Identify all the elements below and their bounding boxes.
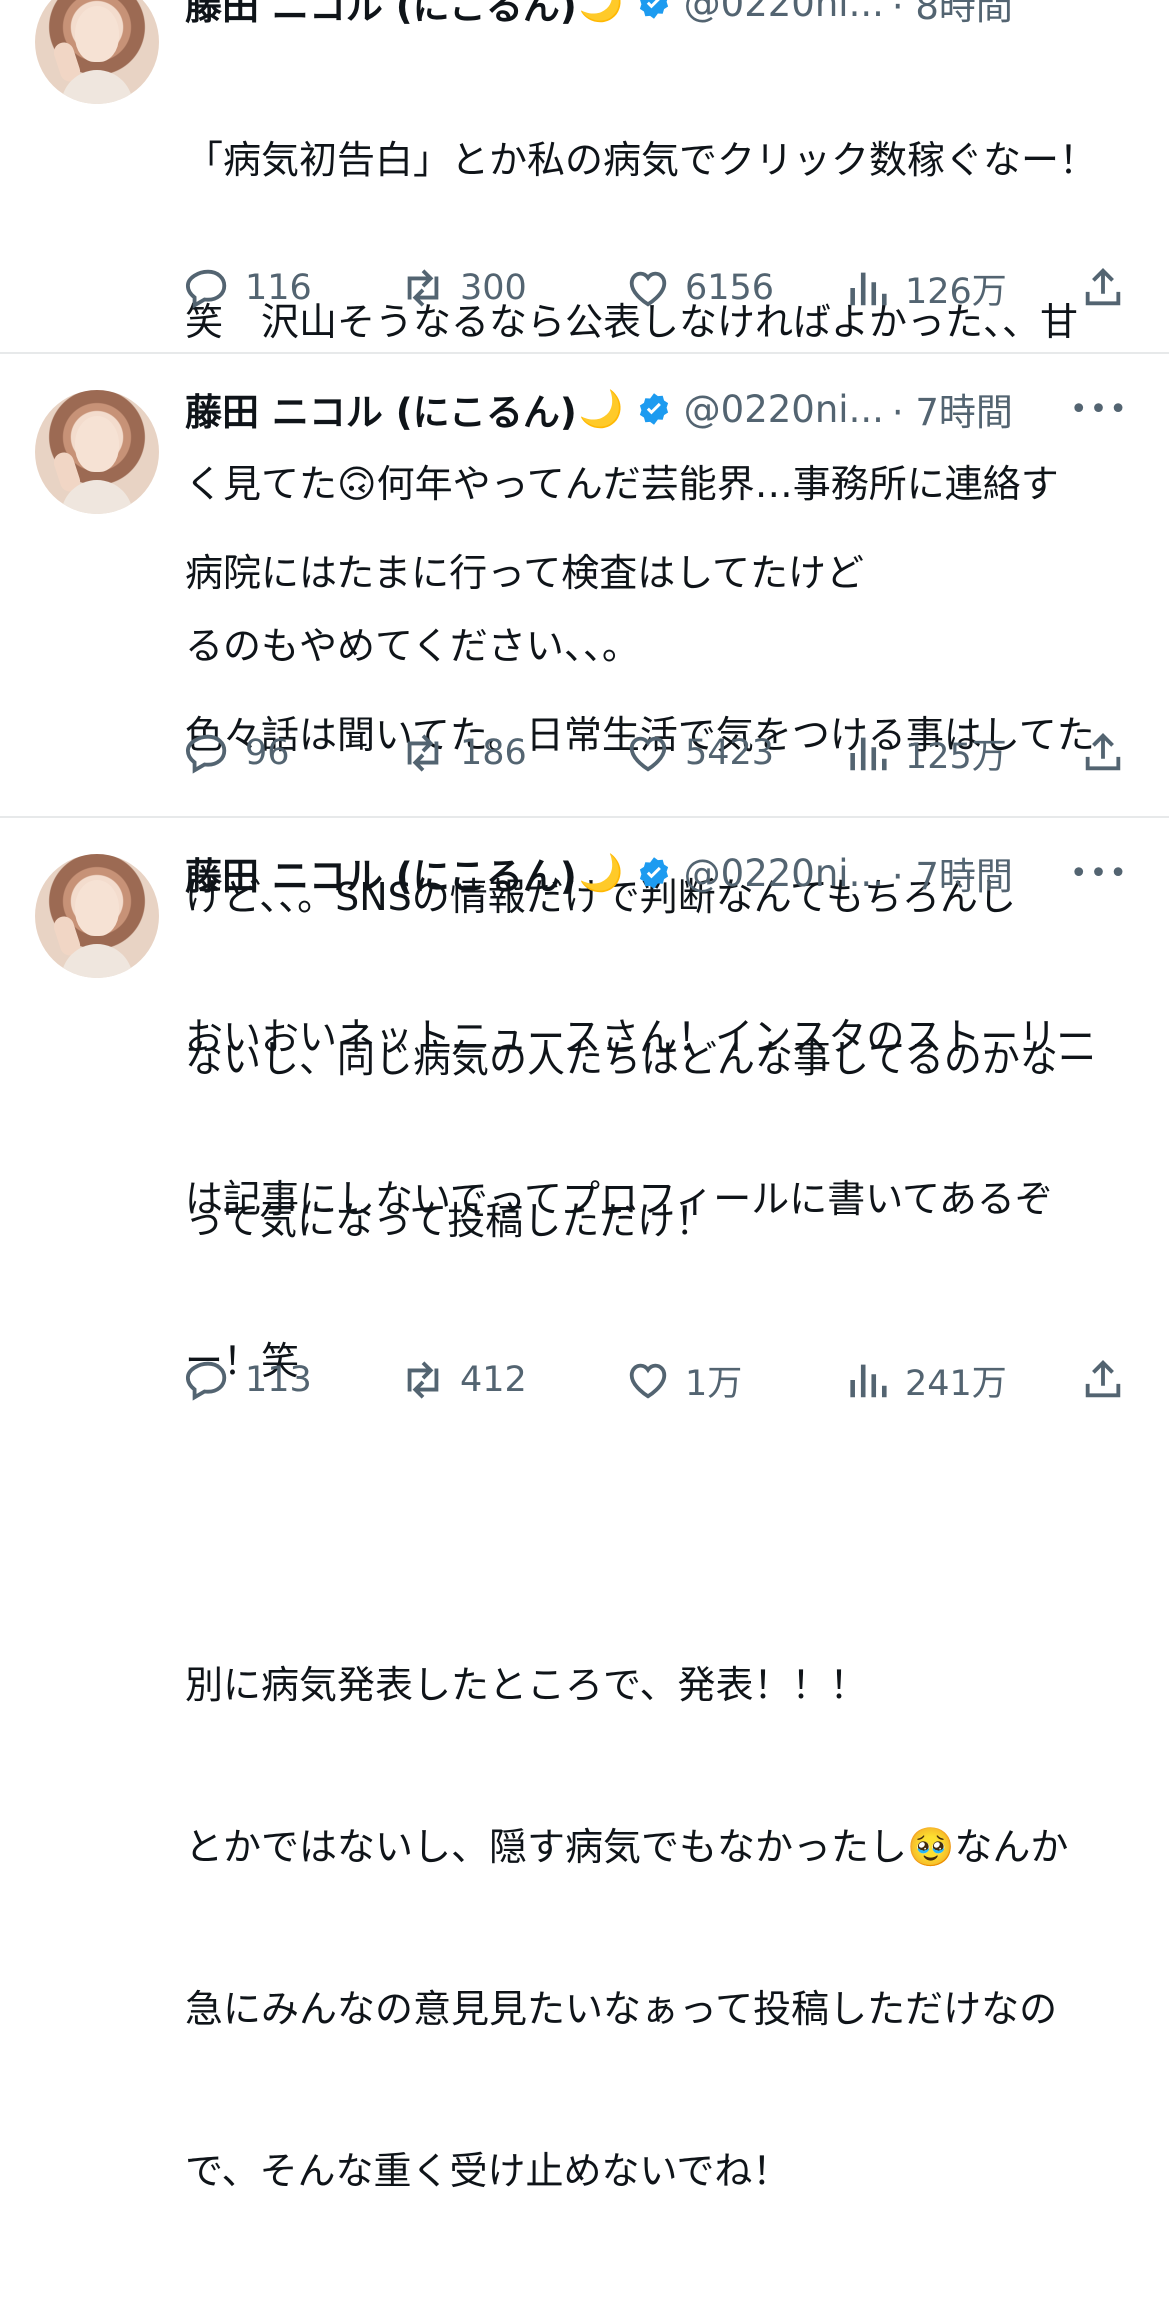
display-name[interactable]: 藤田 ニコル (にこるん)	[185, 382, 577, 436]
display-name[interactable]: 藤田 ニコル (にこるん)	[185, 846, 577, 900]
tweet-header: 藤田 ニコル (にこるん) 🌙 @0220ni... · 7時間	[185, 382, 1013, 436]
reply-button[interactable]: 116	[185, 263, 312, 313]
like-button[interactable]: 5423	[625, 728, 774, 778]
timestamp[interactable]: · 7時間	[892, 846, 1013, 900]
verified-badge-icon	[639, 393, 668, 425]
tweet-text-line: おいおいネットニュースさん！インスタのストーリー	[185, 1015, 1095, 1059]
views-icon	[850, 1364, 887, 1398]
avatar[interactable]	[35, 854, 159, 978]
share-icon	[1085, 1360, 1121, 1398]
tweet-actions: 113 412 1万 241万	[185, 1355, 1130, 1405]
tweet-text-line: とかではないし、隠す病気でもなかったし🥹なんか	[185, 1825, 1069, 1869]
like-count: 1万	[685, 1363, 743, 1404]
heart-icon	[629, 736, 667, 772]
views-button[interactable]: 241万	[845, 1355, 1007, 1405]
avatar[interactable]	[35, 390, 159, 514]
views-button[interactable]: 126万	[845, 263, 1007, 313]
retweet-count: 300	[460, 268, 527, 308]
views-icon	[850, 737, 887, 771]
tweet-actions: 96 186 5423 125万	[185, 728, 1130, 778]
reply-count: 113	[245, 1360, 312, 1400]
reply-icon	[185, 269, 227, 309]
reply-count: 96	[245, 733, 290, 773]
retweet-button[interactable]: 300	[400, 263, 527, 313]
like-count: 5423	[685, 733, 775, 773]
handle[interactable]: @0220ni...	[684, 0, 884, 25]
tweet-header: 藤田 ニコル (にこるん) 🌙 @0220ni... · 8時間	[185, 0, 1013, 28]
heart-icon	[629, 271, 667, 307]
reply-button[interactable]: 113	[185, 1355, 312, 1405]
tweet-text-line	[185, 1496, 1145, 1550]
avatar[interactable]	[35, 0, 159, 104]
tweet-text-line: は記事にしないでってプロフィールに書いてあるぞ	[185, 1177, 1053, 1221]
timestamp[interactable]: · 7時間	[892, 382, 1013, 436]
reply-icon	[185, 734, 227, 774]
retweet-icon	[407, 734, 439, 772]
retweet-icon	[407, 1361, 439, 1399]
share-icon	[1085, 268, 1121, 306]
tweet-text: おいおいネットニュースさん！インスタのストーリー は記事にしないでってプロフィー…	[185, 902, 1145, 2306]
retweet-count: 186	[460, 733, 527, 773]
tweet-text-line: 「病気初告白」とか私の病気でクリック数稼ぐなー！	[185, 138, 1098, 182]
reply-button[interactable]: 96	[185, 728, 290, 778]
moon-emoji: 🌙	[578, 0, 624, 24]
reply-count: 116	[245, 268, 312, 308]
tweet-text-line: 病院にはたまに行って検査はしてたけど	[185, 551, 865, 595]
verified-badge-icon	[639, 0, 668, 19]
tweet-text-line: 別に病気発表したところで、発表！！！	[185, 1663, 868, 1707]
handle[interactable]: @0220ni...	[684, 388, 884, 431]
views-icon	[850, 272, 887, 306]
tweet-text-line: で、そんな重く受け止めないでね！	[185, 2149, 791, 2193]
views-button[interactable]: 125万	[845, 728, 1007, 778]
share-button[interactable]	[1080, 1355, 1140, 1405]
like-button[interactable]: 1万	[625, 1355, 742, 1405]
retweet-button[interactable]: 186	[400, 728, 527, 778]
tweet[interactable]: 藤田 ニコル (にこるん) 🌙 @0220ni... · 7時間 ••• 病院に…	[0, 354, 1169, 1243]
share-button[interactable]	[1080, 728, 1140, 778]
tweet[interactable]: 藤田 ニコル (にこるん) 🌙 @0220ni... · 8時間 「病気初告白」…	[0, 0, 1169, 668]
share-button[interactable]	[1080, 263, 1140, 313]
handle[interactable]: @0220ni...	[684, 852, 884, 895]
retweet-icon	[407, 269, 439, 307]
share-icon	[1085, 733, 1121, 771]
views-count: 126万	[905, 271, 1007, 312]
like-button[interactable]: 6156	[625, 263, 774, 313]
views-count: 125万	[905, 736, 1007, 777]
reply-icon	[185, 1361, 227, 1401]
verified-badge-icon	[639, 857, 668, 889]
more-icon[interactable]: •••	[1070, 392, 1129, 427]
moon-emoji: 🌙	[578, 853, 624, 894]
views-count: 241万	[905, 1363, 1007, 1404]
more-icon[interactable]: •••	[1070, 856, 1129, 891]
tweet[interactable]: 藤田 ニコル (にこるん) 🌙 @0220ni... · 7時間 ••• おいお…	[0, 818, 1169, 2193]
retweet-count: 412	[460, 1360, 527, 1400]
tweet-text-line: 急にみんなの意見見たいなぁって投稿しただけなの	[185, 1987, 1058, 2031]
heart-icon	[629, 1363, 667, 1399]
moon-emoji: 🌙	[578, 389, 624, 430]
tweet-actions: 116 300 6156 126万	[185, 263, 1130, 313]
like-count: 6156	[685, 268, 775, 308]
retweet-button[interactable]: 412	[400, 1355, 527, 1405]
tweet-header: 藤田 ニコル (にこるん) 🌙 @0220ni... · 7時間	[185, 846, 1013, 900]
